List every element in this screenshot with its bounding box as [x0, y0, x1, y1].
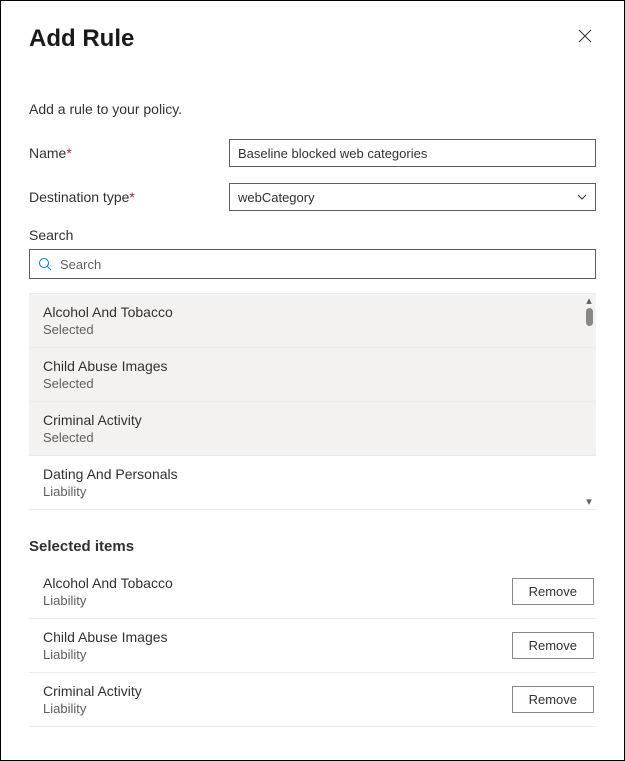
- selected-item-sub: Liability: [43, 647, 168, 662]
- list-item-sub: Selected: [43, 376, 582, 391]
- panel-title: Add Rule: [29, 25, 134, 53]
- required-asterisk: *: [129, 189, 134, 205]
- selected-item-info: Child Abuse Images Liability: [43, 629, 168, 662]
- selected-item: Child Abuse Images Liability Remove: [29, 619, 596, 673]
- category-list: Alcohol And Tobacco Selected Child Abuse…: [29, 293, 596, 510]
- scroll-down-icon: ▾: [586, 497, 592, 508]
- selected-items-header: Selected items: [29, 538, 596, 555]
- scroll-thumb[interactable]: [586, 308, 593, 326]
- destination-type-label-text: Destination type: [29, 189, 129, 205]
- list-item-sub: Liability: [43, 484, 582, 499]
- scrollbar[interactable]: ▴ ▾: [582, 294, 596, 510]
- name-label: Name*: [29, 145, 229, 161]
- remove-button[interactable]: Remove: [512, 632, 594, 659]
- destination-type-value: webCategory: [229, 183, 596, 211]
- scroll-up-icon: ▴: [586, 296, 592, 307]
- name-input[interactable]: [229, 139, 596, 167]
- close-icon: [578, 29, 592, 43]
- search-section: Search: [29, 227, 596, 279]
- list-item-sub: Selected: [43, 430, 582, 445]
- panel-subtitle: Add a rule to your policy.: [29, 101, 596, 117]
- selected-item-info: Criminal Activity Liability: [43, 683, 142, 716]
- add-rule-panel: Add Rule Add a rule to your policy. Name…: [0, 0, 625, 761]
- search-icon: [38, 257, 52, 271]
- search-label: Search: [29, 227, 596, 243]
- list-item-name: Criminal Activity: [43, 412, 582, 428]
- search-box[interactable]: [29, 249, 596, 279]
- list-item[interactable]: Alcohol And Tobacco Selected: [29, 294, 596, 348]
- destination-type-select[interactable]: webCategory: [229, 183, 596, 211]
- list-item-name: Alcohol And Tobacco: [43, 304, 582, 320]
- remove-button[interactable]: Remove: [512, 686, 594, 713]
- close-button[interactable]: [574, 25, 596, 51]
- selected-item-name: Alcohol And Tobacco: [43, 575, 173, 591]
- list-item-sub: Selected: [43, 322, 582, 337]
- selected-item: Alcohol And Tobacco Liability Remove: [29, 565, 596, 619]
- selected-item-name: Child Abuse Images: [43, 629, 168, 645]
- selected-item-info: Alcohol And Tobacco Liability: [43, 575, 173, 608]
- list-item-name: Dating And Personals: [43, 466, 582, 482]
- required-asterisk: *: [66, 145, 71, 161]
- name-label-text: Name: [29, 145, 66, 161]
- remove-button[interactable]: Remove: [512, 578, 594, 605]
- selected-item-sub: Liability: [43, 701, 142, 716]
- destination-type-row: Destination type* webCategory: [29, 183, 596, 211]
- selected-item: Criminal Activity Liability Remove: [29, 673, 596, 727]
- list-item[interactable]: Dating And Personals Liability: [29, 456, 596, 510]
- panel-header: Add Rule: [29, 25, 596, 53]
- name-row: Name*: [29, 139, 596, 167]
- list-item[interactable]: Child Abuse Images Selected: [29, 348, 596, 402]
- selected-item-name: Criminal Activity: [43, 683, 142, 699]
- search-input[interactable]: [60, 250, 587, 278]
- selected-item-sub: Liability: [43, 593, 173, 608]
- list-item[interactable]: Criminal Activity Selected: [29, 402, 596, 456]
- destination-type-label: Destination type*: [29, 189, 229, 205]
- list-item-name: Child Abuse Images: [43, 358, 582, 374]
- selected-items-list: Alcohol And Tobacco Liability Remove Chi…: [29, 565, 596, 727]
